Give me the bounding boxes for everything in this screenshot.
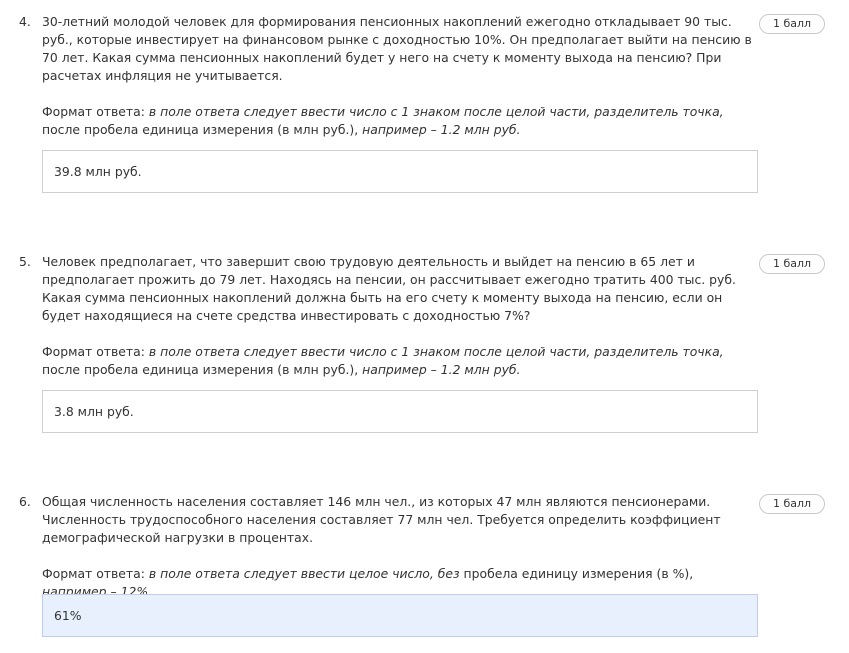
points-badge: 1 балл — [759, 254, 825, 274]
format-instruction: в поле ответа следует ввести целое число… — [148, 566, 460, 581]
question-number: 6. — [19, 494, 31, 509]
question-number: 5. — [19, 254, 31, 269]
format-example: например – 1.2 млн руб. — [362, 362, 521, 377]
format-instruction-plain: пробела единицу измерения (в %), — [463, 566, 694, 581]
points-badge: 1 балл — [759, 14, 825, 34]
question-text: Человек предполагает, что завершит свою … — [42, 254, 736, 323]
format-example: например – 1.2 млн руб. — [362, 122, 521, 137]
format-instruction-plain: после пробела единица измерения (в млн р… — [42, 122, 359, 137]
answer-input[interactable]: 3.8 млн руб. — [42, 390, 758, 433]
format-instruction: в поле ответа следует ввести число с 1 з… — [148, 344, 724, 359]
question-text: 30-летний молодой человек для формирован… — [42, 14, 752, 83]
format-label: Формат ответа: — [42, 566, 145, 581]
answer-format: Формат ответа: в поле ответа следует вве… — [42, 103, 757, 139]
format-label: Формат ответа: — [42, 344, 145, 359]
format-label: Формат ответа: — [42, 104, 145, 119]
answer-input[interactable]: 61% — [42, 594, 758, 637]
question-body: 30-летний молодой человек для формирован… — [42, 13, 757, 139]
format-instruction-plain: после пробела единица измерения (в млн р… — [42, 362, 359, 377]
answer-input[interactable]: 39.8 млн руб. — [42, 150, 758, 193]
question-body: Человек предполагает, что завершит свою … — [42, 253, 757, 379]
question-text: Общая численность населения составляет 1… — [42, 494, 721, 545]
answer-format: Формат ответа: в поле ответа следует вве… — [42, 343, 757, 379]
question-number: 4. — [19, 14, 31, 29]
format-instruction: в поле ответа следует ввести число с 1 з… — [148, 104, 724, 119]
question-body: Общая численность населения составляет 1… — [42, 493, 757, 601]
points-badge: 1 балл — [759, 494, 825, 514]
